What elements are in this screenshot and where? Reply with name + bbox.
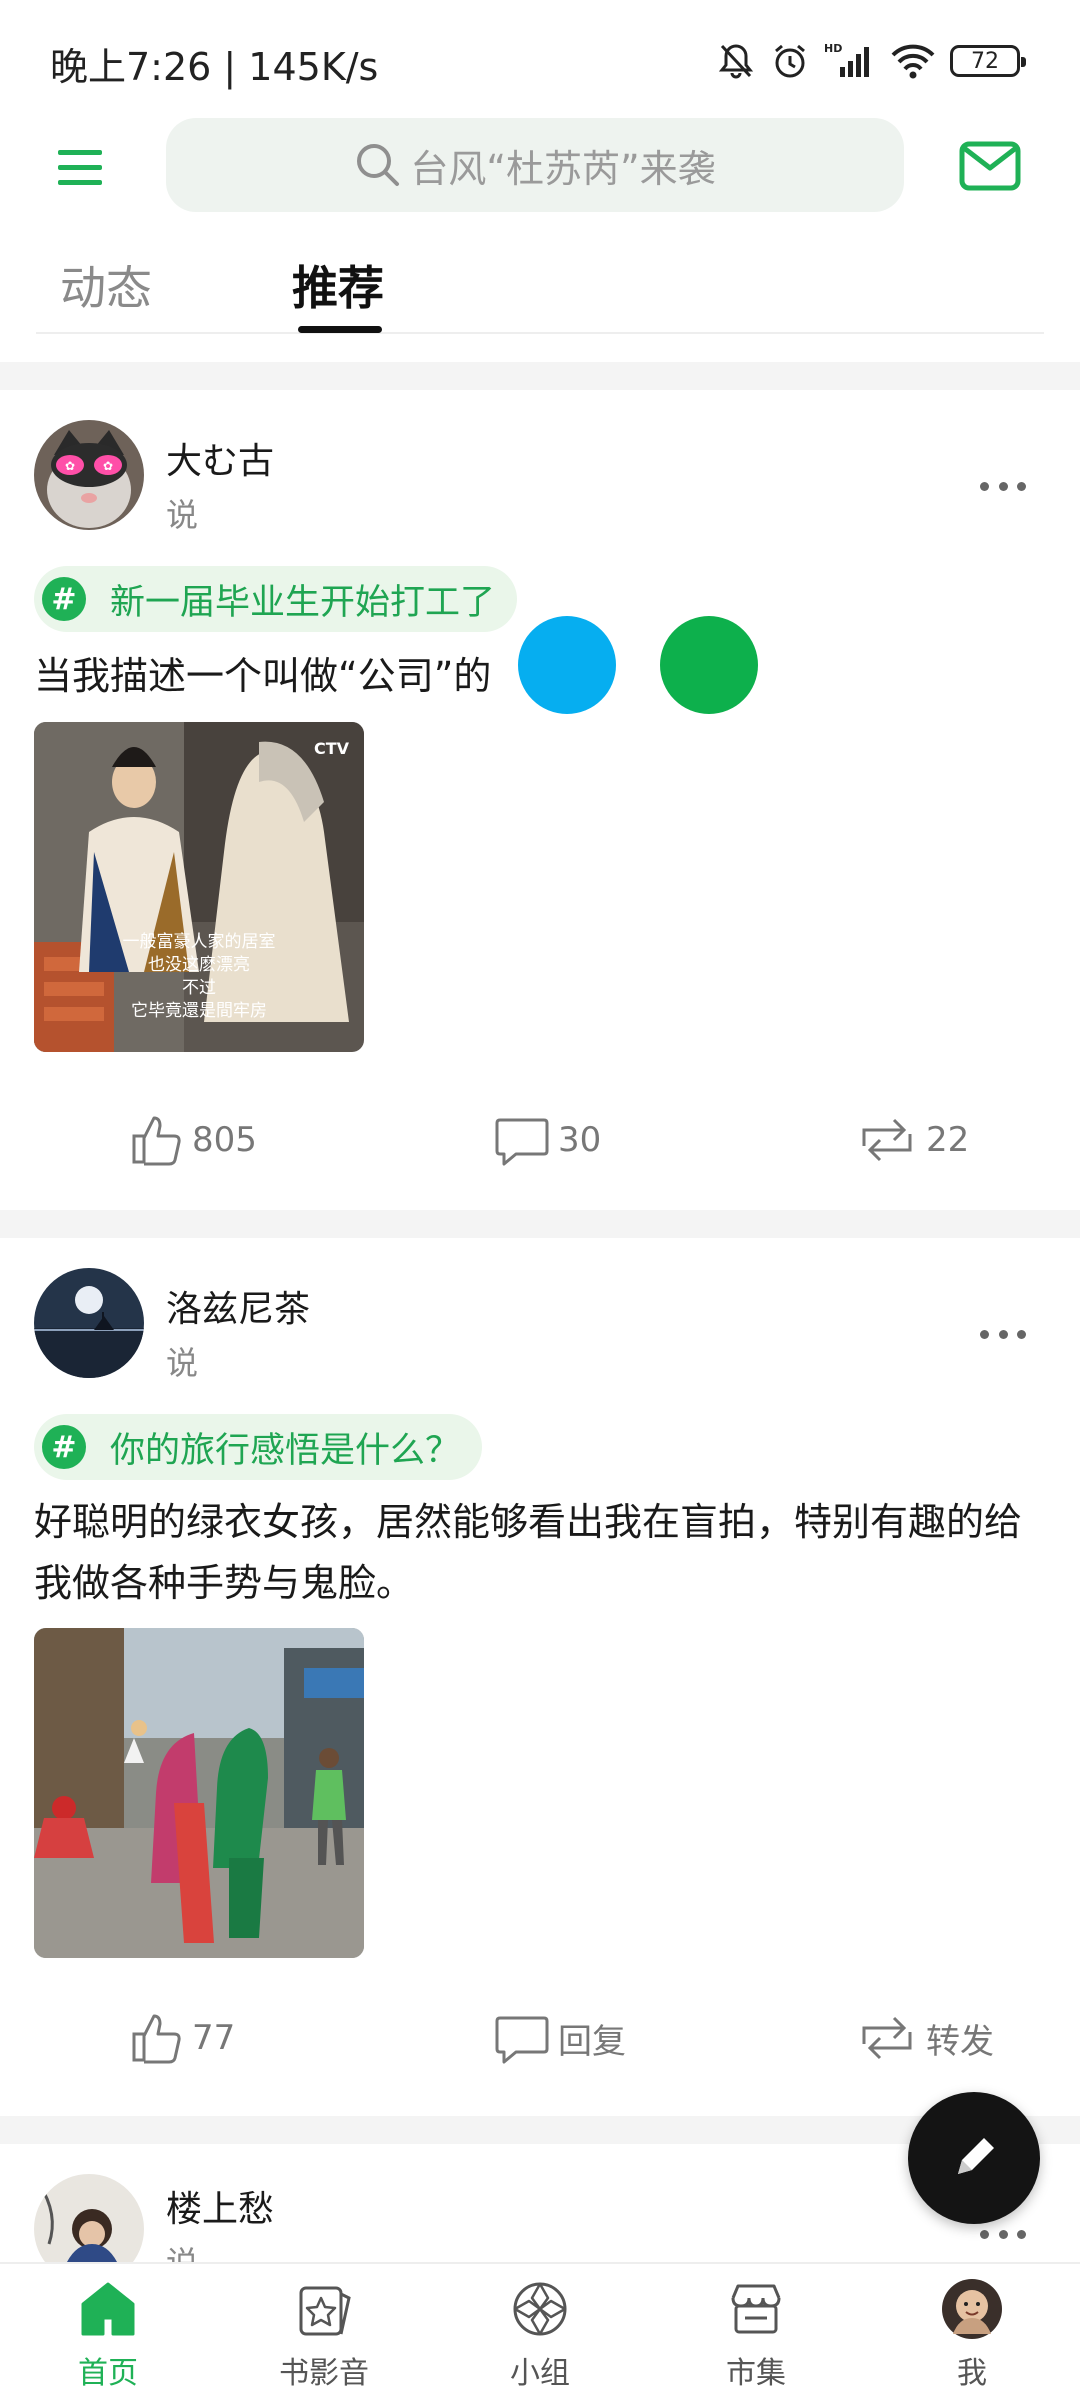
post-text: 好聪明的绿衣女孩，居然能够看出我在盲拍，特别有趣的给我做各种手势与鬼脸。 xyxy=(34,1500,1023,1605)
nav-label: 小组 xyxy=(510,2356,570,2391)
alarm-icon xyxy=(775,44,805,78)
bell-off-icon xyxy=(718,44,754,79)
svg-text:✿: ✿ xyxy=(103,459,113,473)
topic-tag[interactable]: # 你的旅行感悟是什么？ xyxy=(34,1414,483,1480)
status-icons: HD 72 xyxy=(716,36,1026,86)
repost-icon xyxy=(862,2016,912,2060)
svg-text:也没这麽漂亮: 也没这麽漂亮 xyxy=(148,955,250,975)
market-icon xyxy=(731,2284,781,2334)
repost-button[interactable]: 转发 xyxy=(856,2008,994,2068)
divider xyxy=(0,362,1080,390)
nav-market[interactable]: 市集 xyxy=(648,2264,864,2400)
status-bar: 晚上7:26 | 145K/s HD 72 xyxy=(0,0,1080,120)
top-bar: 台风“杜苏芮”来袭 xyxy=(0,118,1080,214)
hashtag-icon: # xyxy=(42,577,86,621)
svg-text:一般富豪人家的居室: 一般富豪人家的居室 xyxy=(123,931,276,952)
wifi-icon xyxy=(891,44,935,79)
compose-button[interactable] xyxy=(908,2092,1040,2224)
more-options-icon[interactable] xyxy=(980,2224,1026,2244)
topic-tag[interactable]: # 新一届毕业生开始打工了 xyxy=(34,566,518,632)
comment-icon xyxy=(495,1118,549,1166)
like-button[interactable]: 77 xyxy=(128,2008,235,2068)
nav-label: 我 xyxy=(957,2356,987,2391)
repost-count: 22 xyxy=(926,1120,970,1160)
active-tab-indicator xyxy=(298,326,382,333)
more-options-icon[interactable] xyxy=(980,476,1026,496)
topic-label: 你的旅行感悟是什么？ xyxy=(110,1430,461,1471)
comment-button[interactable]: 回复 xyxy=(494,2008,626,2068)
avatar[interactable]: ✿ ✿ xyxy=(34,420,144,530)
home-icon xyxy=(81,2282,135,2336)
comment-icon xyxy=(495,2016,549,2064)
avatar[interactable] xyxy=(34,2174,144,2262)
hamburger-menu-icon[interactable] xyxy=(54,140,110,196)
battery-level: 72 xyxy=(971,48,999,74)
groups-icon xyxy=(513,2282,567,2336)
avatar[interactable] xyxy=(34,1268,144,1378)
status-time: 晚上7:26 | 145K/s xyxy=(50,45,379,89)
tv-logo: CTV xyxy=(314,739,350,758)
svg-text:它毕竟還是間牢房: 它毕竟還是間牢房 xyxy=(131,1001,267,1021)
username[interactable]: 洛兹尼茶 xyxy=(166,1280,310,1332)
nav-groups[interactable]: 小组 xyxy=(432,2264,648,2400)
hd-signal-icon: HD xyxy=(824,42,869,77)
comment-count: 30 xyxy=(558,1120,602,1160)
nav-me[interactable]: 我 xyxy=(864,2264,1080,2400)
profile-avatar xyxy=(942,2279,1002,2339)
mail-icon[interactable] xyxy=(958,138,1022,194)
svg-text:不过: 不过 xyxy=(182,978,216,998)
comment-button[interactable]: 30 xyxy=(494,1110,601,1170)
search-input[interactable]: 台风“杜苏芮”来袭 xyxy=(166,118,904,212)
like-count: 805 xyxy=(192,1120,257,1160)
username[interactable]: 大む古 xyxy=(166,432,274,484)
post-image[interactable] xyxy=(34,1628,364,1958)
divider xyxy=(0,1210,1080,1238)
post-subtitle: 说 xyxy=(166,496,199,534)
post-subtitle: 说 xyxy=(166,2238,198,2262)
nav-label: 市集 xyxy=(726,2356,786,2391)
thumbs-up-icon xyxy=(132,2014,181,2064)
feed-post: ✿✿ 大む古 说 # 新一届毕业生开始打工了 当我描述一个叫做“公司”的： CT… xyxy=(0,390,1080,1200)
nav-books-film-music[interactable]: 书影音 xyxy=(216,2264,432,2400)
nav-label: 书影音 xyxy=(279,2356,369,2391)
overlay-dot-green xyxy=(660,616,758,714)
nav-label: 首页 xyxy=(78,2356,138,2391)
post-image[interactable]: CTV 一般富豪人家的居室 也没这麽漂亮 不过 它毕竟還是間牢房 xyxy=(34,722,364,1052)
svg-text:HD: HD xyxy=(824,42,842,55)
feed-post: 洛兹尼茶 说 # 你的旅行感悟是什么？ 好聪明的绿衣女孩，居然能够看出我在盲拍，… xyxy=(0,1238,1080,2108)
battery-icon: 72 xyxy=(950,45,1026,77)
bottom-navigation: 首页 书影音 小组 市集 我 xyxy=(0,2262,1080,2400)
comment-label: 回复 xyxy=(558,2021,626,2062)
book-film-music-icon xyxy=(299,2286,351,2336)
hashtag-icon: # xyxy=(42,1425,86,1469)
search-icon xyxy=(357,144,400,186)
pencil-icon xyxy=(958,2138,994,2174)
thumbs-up-icon xyxy=(132,1116,181,1166)
repost-button[interactable]: 22 xyxy=(856,1110,969,1170)
repost-label: 转发 xyxy=(926,2021,994,2062)
repost-icon xyxy=(862,1118,912,1162)
username[interactable]: 楼上愁 xyxy=(166,2180,274,2232)
svg-text:✿: ✿ xyxy=(65,459,75,473)
search-placeholder: 台风“杜苏芮”来袭 xyxy=(410,146,716,191)
nav-home[interactable]: 首页 xyxy=(0,2264,216,2400)
overlay-dot-blue xyxy=(518,616,616,714)
post-subtitle: 说 xyxy=(166,1344,199,1382)
tab-dongtai[interactable]: 动态 xyxy=(60,252,152,318)
tab-tuijian[interactable]: 推荐 xyxy=(292,252,384,318)
more-options-icon[interactable] xyxy=(980,1324,1026,1344)
feed-tabs: 动态 推荐 xyxy=(36,234,1044,334)
like-button[interactable]: 805 xyxy=(128,1110,257,1170)
like-count: 77 xyxy=(192,2018,236,2058)
topic-label: 新一届毕业生开始打工了 xyxy=(110,582,496,623)
